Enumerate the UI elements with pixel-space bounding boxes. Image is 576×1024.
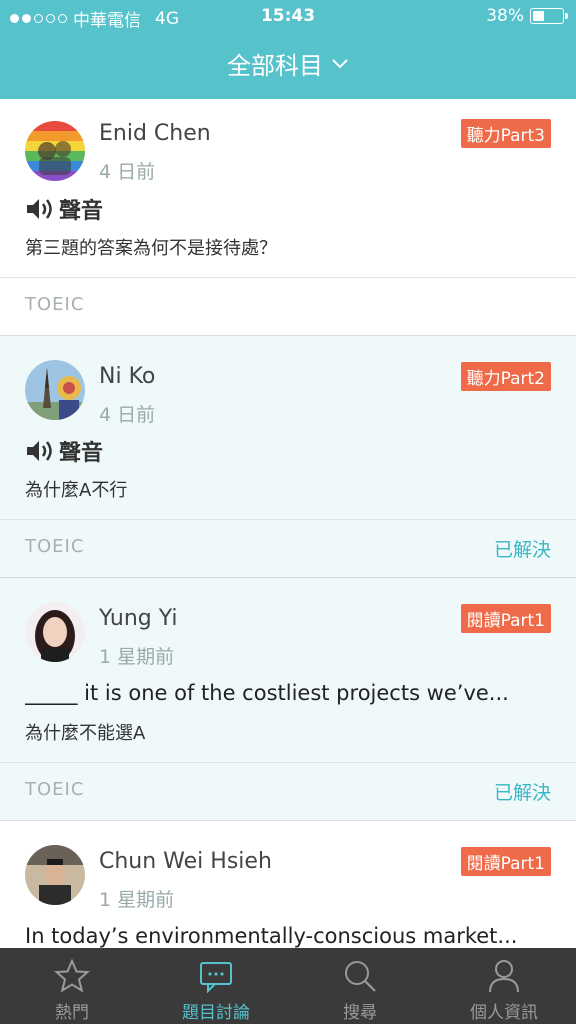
audio-label: 聲音 [59, 441, 104, 466]
category-tag: 閱讀Part1 [460, 604, 551, 633]
star-icon [54, 958, 90, 993]
post-time: 4 日前 [99, 404, 156, 426]
status-bar: 中華電信 4G 15:43 38% [0, 0, 576, 32]
post-card[interactable]: Enid Chen 4 日前 聽力Part3 聲音 第三題的答案為何不是接待處？… [0, 99, 576, 336]
subject-label: TOEIC [25, 779, 85, 800]
page-title: 全部科目 [227, 52, 323, 80]
tab-search[interactable]: 搜尋 [288, 948, 432, 1024]
tab-label: 搜尋 [343, 1003, 377, 1023]
tab-label: 熱門 [55, 1003, 89, 1023]
question-text: 為什麼不能選A [25, 723, 146, 744]
tab-bar: 熱門 題目討論 搜尋 個人資訊 [0, 948, 576, 1024]
avatar[interactable] [25, 121, 85, 181]
tab-label: 個人資訊 [470, 1003, 538, 1023]
chat-bubble-icon [200, 962, 232, 994]
question-excerpt: _____ it is one of the costliest project… [25, 681, 509, 705]
battery-percent: 38% [486, 6, 524, 26]
post-card[interactable]: Yung Yi 1 星期前 閱讀Part1 _____ it is one of… [0, 578, 576, 821]
tab-label: 題目討論 [182, 1003, 250, 1023]
author-name[interactable]: Chun Wei Hsieh [99, 849, 272, 874]
category-tag: 閱讀Part1 [460, 847, 551, 876]
author-name[interactable]: Enid Chen [99, 121, 211, 146]
post-time: 1 星期前 [99, 889, 175, 911]
avatar[interactable] [25, 602, 85, 662]
battery-icon [530, 8, 568, 24]
author-name[interactable]: Ni Ko [99, 364, 155, 389]
solved-badge: 已解決 [493, 782, 551, 804]
person-icon [489, 960, 519, 993]
post-time: 1 星期前 [99, 646, 175, 668]
post-card[interactable]: Chun Wei Hsieh 1 星期前 閱讀Part1 In today’s … [0, 821, 576, 948]
category-tag: 聽力Part3 [460, 119, 551, 148]
audio-attachment[interactable]: 聲音 [25, 193, 103, 225]
author-name[interactable]: Yung Yi [99, 606, 178, 631]
speaker-icon [27, 199, 52, 219]
divider [0, 519, 576, 520]
discussion-feed[interactable]: Enid Chen 4 日前 聽力Part3 聲音 第三題的答案為何不是接待處？… [0, 99, 576, 948]
avatar[interactable] [25, 845, 85, 905]
post-time: 4 日前 [99, 161, 156, 183]
speaker-icon [27, 441, 52, 461]
subject-label: TOEIC [25, 294, 85, 315]
tab-discussion[interactable]: 題目討論 [144, 948, 288, 1024]
search-icon [345, 961, 376, 992]
category-tag: 聽力Part2 [460, 362, 551, 391]
divider [0, 277, 576, 278]
question-excerpt: In today’s environmentally-conscious mar… [25, 924, 518, 948]
top-bar: 中華電信 4G 15:43 38% 全部科目 [0, 0, 576, 99]
question-text: 第三題的答案為何不是接待處？ [25, 238, 277, 259]
subject-label: TOEIC [25, 536, 85, 557]
audio-label: 聲音 [59, 199, 104, 224]
tab-popular[interactable]: 熱門 [0, 948, 144, 1024]
status-right: 38% [486, 6, 568, 26]
tab-profile[interactable]: 個人資訊 [432, 948, 576, 1024]
divider [0, 762, 576, 763]
chevron-down-icon [332, 58, 348, 68]
post-card[interactable]: Ni Ko 4 日前 聽力Part2 聲音 為什麼A不行 TOEIC 已解決 [0, 336, 576, 578]
solved-badge: 已解決 [493, 539, 551, 561]
audio-attachment[interactable]: 聲音 [25, 435, 103, 467]
question-text: 為什麼A不行 [25, 480, 128, 501]
subject-filter-dropdown[interactable]: 全部科目 [0, 46, 576, 81]
avatar[interactable] [25, 360, 85, 420]
